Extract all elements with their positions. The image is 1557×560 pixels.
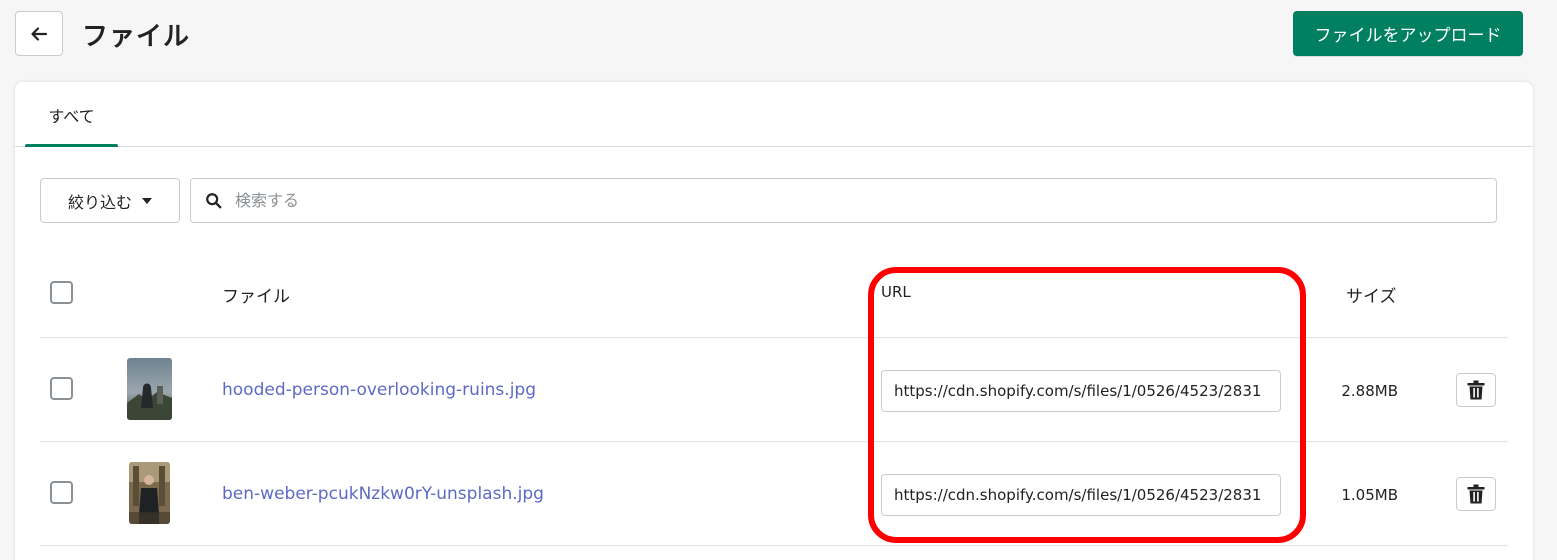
column-header-file: ファイル [222, 287, 290, 307]
file-url-field-1[interactable] [881, 370, 1281, 412]
upload-file-button[interactable]: ファイルをアップロード [1293, 11, 1523, 56]
file-size-1: 2.88MB [1341, 382, 1398, 400]
column-header-url: URL [881, 283, 911, 301]
trash-icon [1467, 380, 1485, 400]
filter-button[interactable]: 絞り込む [40, 178, 180, 223]
row-divider [40, 441, 1508, 442]
file-url-field-2[interactable] [881, 474, 1281, 516]
file-name-link-2[interactable]: ben-weber-pcukNzkw0rY-unsplash.jpg [222, 484, 544, 504]
delete-button-1[interactable] [1456, 373, 1496, 407]
search-icon [206, 192, 222, 208]
row-checkbox-1[interactable] [50, 377, 73, 400]
files-card: すべて 絞り込む ファイル URL サイズ [15, 82, 1533, 560]
back-button[interactable] [15, 11, 63, 56]
row-divider [40, 337, 1508, 338]
search-box [190, 178, 1497, 223]
row-divider [40, 545, 1508, 546]
file-size-2: 1.05MB [1341, 486, 1398, 504]
file-thumbnail-1 [127, 358, 172, 420]
row-checkbox-2[interactable] [50, 481, 73, 504]
tab-active-indicator [25, 144, 118, 147]
select-all-checkbox[interactable] [50, 281, 73, 304]
file-name-link-1[interactable]: hooded-person-overlooking-ruins.jpg [222, 380, 536, 400]
search-input[interactable] [235, 179, 1496, 222]
filter-label: 絞り込む [67, 192, 132, 212]
caret-down-icon [142, 197, 152, 204]
delete-button-2[interactable] [1456, 477, 1496, 511]
arrow-left-icon [31, 26, 48, 41]
tab-bar: すべて [15, 82, 1533, 147]
column-header-size: サイズ [1346, 287, 1397, 307]
tab-all-label: すべて [48, 106, 95, 126]
file-thumbnail-2 [129, 462, 170, 524]
page-title: ファイル [82, 22, 191, 52]
trash-icon [1467, 484, 1485, 504]
tab-all[interactable]: すべて [25, 82, 118, 147]
